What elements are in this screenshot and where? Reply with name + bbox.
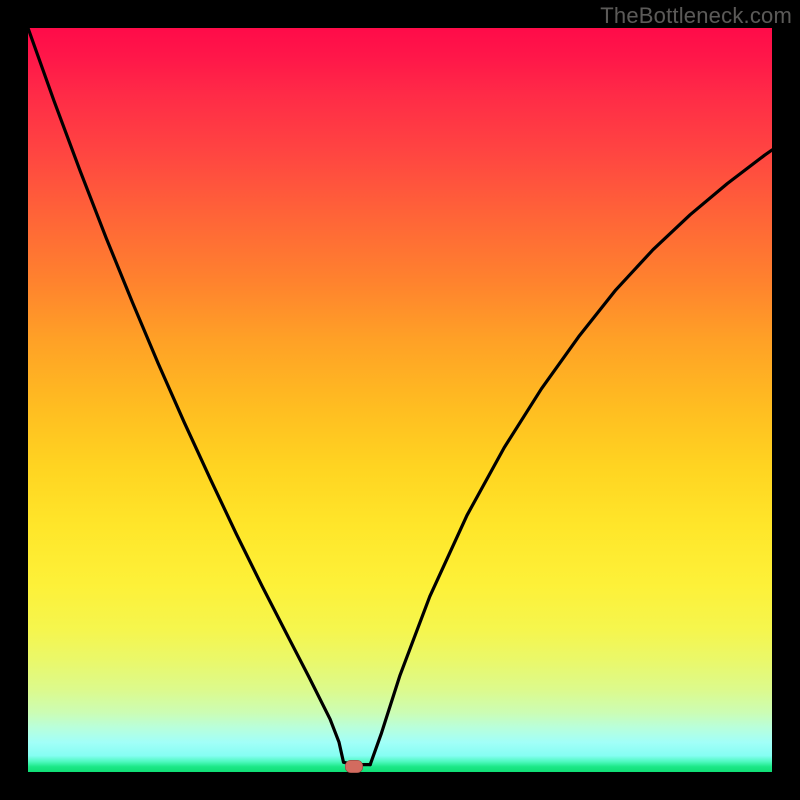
chart-plot-area bbox=[28, 28, 772, 772]
chart-frame: TheBottleneck.com bbox=[0, 0, 800, 800]
bottleneck-marker bbox=[345, 760, 363, 773]
watermark-text: TheBottleneck.com bbox=[600, 3, 792, 29]
chart-curves-svg bbox=[28, 28, 772, 772]
curve-left-branch bbox=[28, 28, 370, 765]
curve-right-branch bbox=[370, 150, 772, 765]
